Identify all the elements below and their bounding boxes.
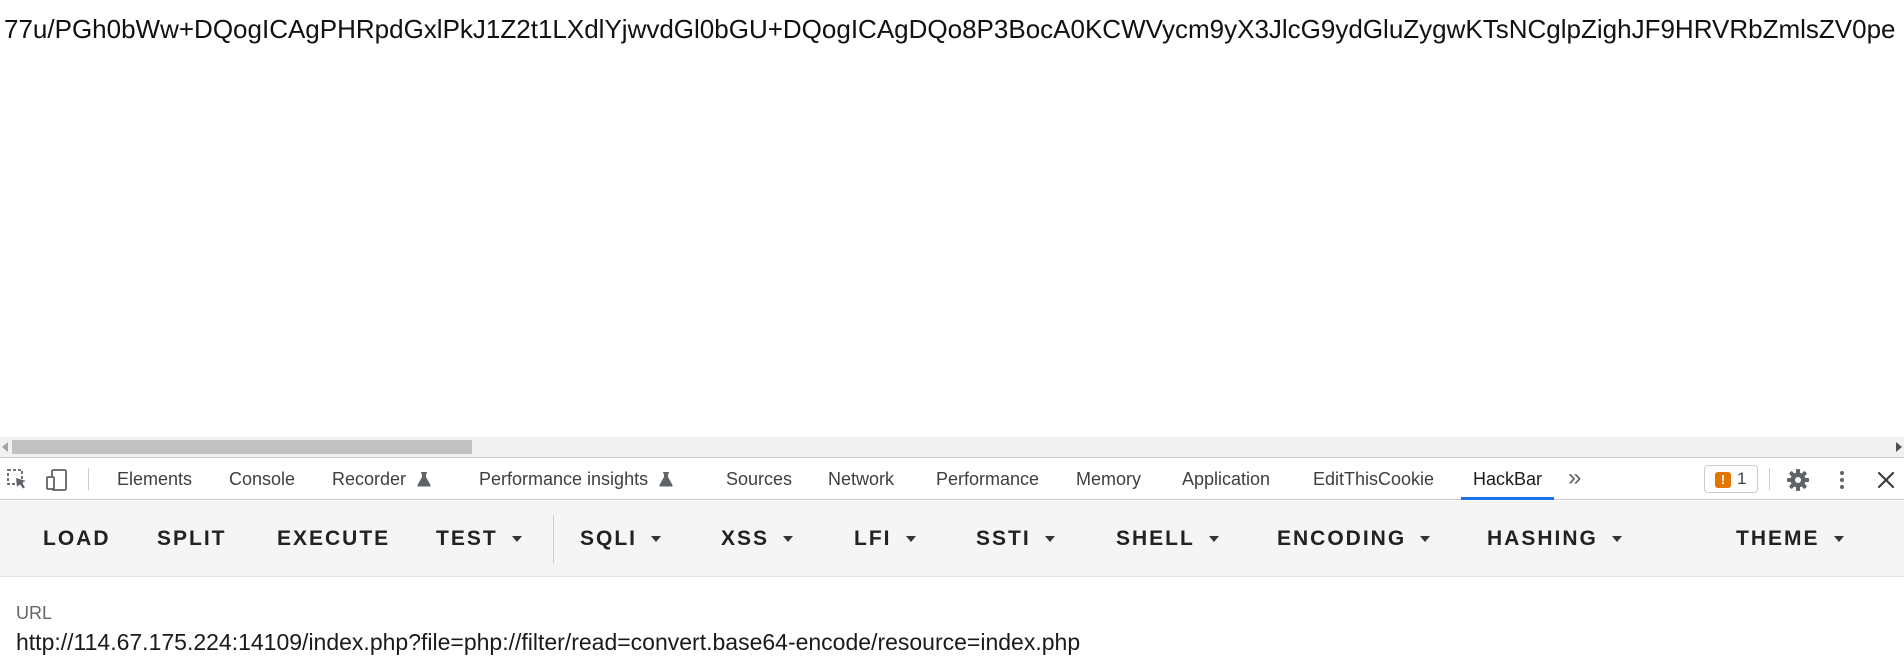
tab-label: Performance insights [479, 469, 649, 489]
tab-hackbar[interactable]: HackBar [1460, 458, 1555, 500]
chevron-down-icon [1044, 536, 1055, 542]
tab-label: Sources [726, 469, 793, 489]
button-label: EXECUTE [277, 527, 391, 550]
execute-button[interactable]: EXECUTE [277, 501, 390, 577]
encoding-dropdown-button[interactable]: ENCODING [1277, 501, 1431, 577]
load-button[interactable]: LOAD [43, 501, 111, 577]
chevron-down-icon [1833, 536, 1844, 542]
button-label: HASHING [1487, 527, 1598, 550]
url-input[interactable]: http://114.67.175.224:14109/index.php?fi… [16, 629, 1080, 656]
chevron-down-icon [783, 536, 794, 542]
tab-memory[interactable]: Memory [1076, 458, 1141, 500]
more-tabs-chevron-icon[interactable]: » [1568, 466, 1581, 490]
page-body-text: 77u/PGh0bWw+DQogICAgPHRpdGxlPkJ1Z2t1LXdl… [4, 14, 1896, 44]
inspect-element-icon[interactable] [6, 468, 30, 492]
tab-label: Network [828, 469, 895, 489]
experimental-flask-icon [417, 460, 431, 502]
button-label: LOAD [43, 527, 111, 550]
chevron-down-icon [1611, 536, 1622, 542]
button-label: THEME [1736, 527, 1820, 550]
split-button[interactable]: SPLIT [157, 501, 227, 577]
xss-dropdown-button[interactable]: XSS [721, 501, 794, 577]
chevron-down-icon [651, 536, 662, 542]
tab-label: Recorder [332, 469, 407, 489]
toolbar-divider [553, 515, 554, 563]
scrollbar-thumb[interactable] [12, 440, 472, 454]
hackbar-toolbar: LOAD SPLIT EXECUTE TEST SQLI XSS LFI SST… [0, 501, 1904, 577]
lfi-dropdown-button[interactable]: LFI [854, 501, 916, 577]
tab-label: HackBar [1473, 469, 1543, 489]
devtools-tabbar: Elements Console Recorder Performance in… [0, 458, 1904, 500]
issues-counter-button[interactable]: ! 1 [1704, 465, 1758, 493]
gear-icon[interactable] [1786, 468, 1810, 492]
tab-performance-insights[interactable]: Performance insights [479, 458, 673, 500]
kebab-menu-icon[interactable] [1830, 468, 1854, 492]
tab-label: Console [229, 469, 296, 489]
tab-sources[interactable]: Sources [726, 458, 792, 500]
tab-label: Performance [936, 469, 1040, 489]
button-label: XSS [721, 527, 770, 550]
tab-performance[interactable]: Performance [936, 458, 1039, 500]
experimental-flask-icon [659, 460, 673, 502]
tab-console[interactable]: Console [229, 458, 295, 500]
tab-editthiscookie[interactable]: EditThisCookie [1313, 458, 1434, 500]
button-label: TEST [436, 527, 498, 550]
horizontal-scrollbar[interactable] [0, 437, 1904, 457]
button-label: SPLIT [157, 527, 227, 550]
button-label: SHELL [1116, 527, 1195, 550]
button-label: LFI [854, 527, 892, 550]
device-toolbar-icon[interactable] [45, 468, 69, 492]
warning-icon: ! [1715, 472, 1731, 488]
toolbar-separator [88, 468, 89, 490]
scroll-left-arrow-icon[interactable] [2, 442, 8, 452]
button-label: SSTI [976, 527, 1031, 550]
chevron-down-icon [1208, 536, 1219, 542]
theme-dropdown-button[interactable]: THEME [1736, 501, 1844, 577]
url-field-label: URL [16, 603, 53, 623]
hashing-dropdown-button[interactable]: HASHING [1487, 501, 1622, 577]
devtools-panel: Elements Console Recorder Performance in… [0, 457, 1904, 666]
issues-count: 1 [1737, 469, 1747, 488]
chevron-down-icon [511, 536, 522, 542]
scroll-right-arrow-icon[interactable] [1896, 442, 1902, 452]
tab-label: Memory [1076, 469, 1142, 489]
button-label: SQLI [580, 527, 638, 550]
tab-application[interactable]: Application [1182, 458, 1270, 500]
tab-label: Elements [117, 469, 193, 489]
tab-label: Application [1182, 469, 1271, 489]
chevron-down-icon [1420, 536, 1431, 542]
tab-network[interactable]: Network [828, 458, 894, 500]
tab-label: EditThisCookie [1313, 469, 1435, 489]
toolbar-separator [1769, 468, 1770, 490]
shell-dropdown-button[interactable]: SHELL [1116, 501, 1219, 577]
sqli-dropdown-button[interactable]: SQLI [580, 501, 662, 577]
test-dropdown-button[interactable]: TEST [436, 501, 522, 577]
tab-recorder[interactable]: Recorder [332, 458, 431, 500]
ssti-dropdown-button[interactable]: SSTI [976, 501, 1055, 577]
tab-elements[interactable]: Elements [117, 458, 192, 500]
page-viewport: 77u/PGh0bWw+DQogICAgPHRpdGxlPkJ1Z2t1LXdl… [0, 0, 1904, 440]
close-icon[interactable] [1874, 468, 1898, 492]
chevron-down-icon [905, 536, 916, 542]
button-label: ENCODING [1277, 527, 1407, 550]
